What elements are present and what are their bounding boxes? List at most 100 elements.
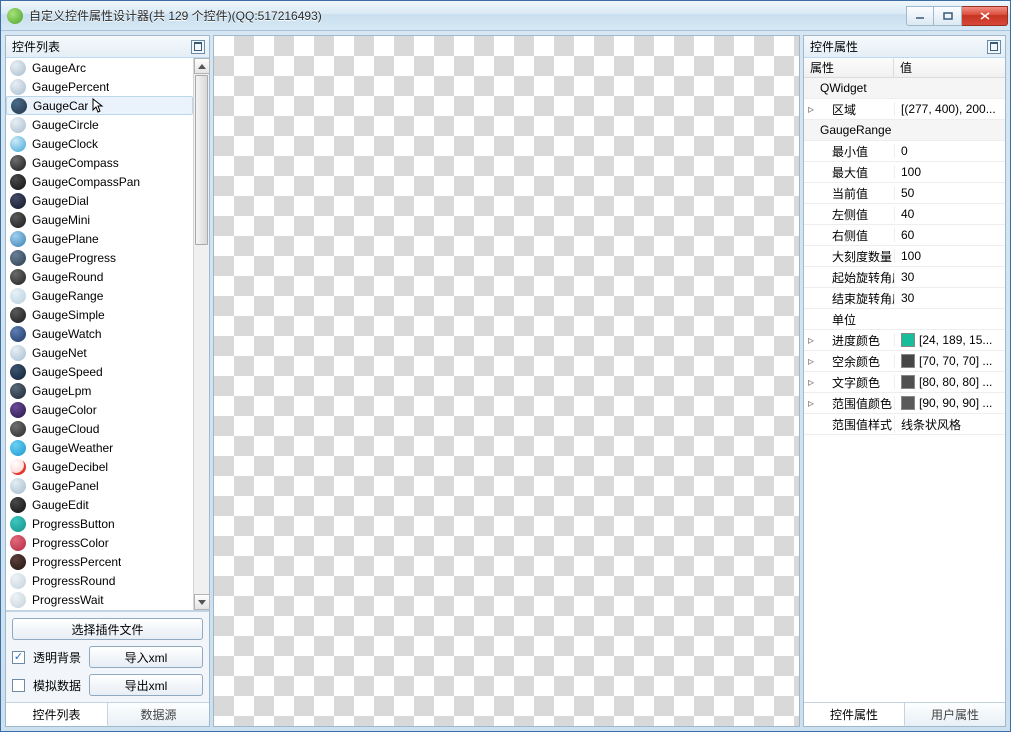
dock-toggle-icon[interactable] (191, 40, 205, 54)
maximize-button[interactable] (934, 6, 962, 26)
property-col-value[interactable]: 值 (894, 58, 1005, 77)
property-row[interactable]: 左侧值40 (804, 204, 1005, 225)
property-value[interactable]: [90, 90, 90] ... (894, 396, 1005, 410)
property-row[interactable]: 最大值100 (804, 162, 1005, 183)
tab-control-props[interactable]: 控件属性 (804, 703, 905, 726)
list-item[interactable]: GaugeWatch (6, 324, 193, 343)
simulate-data-checkbox[interactable] (12, 679, 25, 692)
twisty-icon[interactable]: ▹ (804, 396, 818, 410)
property-name: 当前值 (830, 185, 894, 202)
list-item[interactable]: GaugeEdit (6, 495, 193, 514)
vertical-scrollbar[interactable] (193, 58, 209, 610)
property-panel-header[interactable]: 控件属性 (804, 36, 1005, 58)
property-list[interactable]: QWidget▹区域[(277, 400), 200...GaugeRange最… (804, 78, 1005, 702)
list-item[interactable]: GaugeDial (6, 191, 193, 210)
property-value[interactable]: [24, 189, 15... (894, 333, 1005, 347)
property-value[interactable]: 0 (894, 144, 1005, 158)
list-item[interactable]: GaugeDecibel (6, 457, 193, 476)
property-row[interactable]: ▹范围值颜色[90, 90, 90] ... (804, 393, 1005, 414)
property-row[interactable]: 最小值0 (804, 141, 1005, 162)
gauge-icon (10, 421, 26, 437)
close-button[interactable] (962, 6, 1008, 26)
list-item[interactable]: GaugeMini (6, 210, 193, 229)
import-xml-button[interactable]: 导入xml (89, 646, 203, 668)
design-canvas[interactable] (213, 35, 800, 727)
property-value[interactable]: [(277, 400), 200... (894, 102, 1005, 116)
tab-control-list[interactable]: 控件列表 (6, 703, 108, 726)
twisty-icon[interactable]: ▹ (804, 354, 818, 368)
select-plugin-button[interactable]: 选择插件文件 (12, 618, 203, 640)
property-row[interactable]: 当前值50 (804, 183, 1005, 204)
property-row[interactable]: 单位 (804, 309, 1005, 330)
property-row[interactable]: 范围值样式线条状风格 (804, 414, 1005, 435)
list-item-label: ProgressRound (32, 574, 115, 588)
list-item[interactable]: ProgressButton (6, 514, 193, 533)
list-item[interactable]: GaugeSpeed (6, 362, 193, 381)
list-item[interactable]: GaugeCompassPan (6, 172, 193, 191)
property-value[interactable]: 50 (894, 186, 1005, 200)
list-item[interactable]: GaugeProgress (6, 248, 193, 267)
tab-user-props[interactable]: 用户属性 (905, 703, 1005, 726)
list-item[interactable]: ProgressRound (6, 571, 193, 590)
list-item[interactable]: GaugeNet (6, 343, 193, 362)
property-value[interactable]: 30 (894, 291, 1005, 305)
property-value-text: [24, 189, 15... (919, 333, 992, 347)
property-value[interactable]: 100 (894, 249, 1005, 263)
property-row[interactable]: ▹进度颜色[24, 189, 15... (804, 330, 1005, 351)
list-item[interactable]: GaugeCar (6, 96, 193, 115)
list-item[interactable]: GaugeSimple (6, 305, 193, 324)
property-value[interactable]: 线条状风格 (894, 416, 1005, 433)
tab-data-source[interactable]: 数据源 (108, 703, 209, 726)
twisty-icon[interactable]: ▹ (804, 375, 818, 389)
scroll-down-button[interactable] (194, 594, 210, 610)
property-row[interactable]: ▹文字颜色[80, 80, 80] ... (804, 372, 1005, 393)
property-row[interactable]: 右侧值60 (804, 225, 1005, 246)
gauge-icon (10, 193, 26, 209)
minimize-button[interactable] (906, 6, 934, 26)
property-value[interactable]: [70, 70, 70] ... (894, 354, 1005, 368)
property-group[interactable]: QWidget (804, 78, 1005, 99)
property-row[interactable]: ▹区域[(277, 400), 200... (804, 99, 1005, 120)
transparent-bg-checkbox[interactable] (12, 651, 25, 664)
titlebar[interactable]: 自定义控件属性设计器(共 129 个控件)(QQ:517216493) (1, 1, 1010, 31)
property-value[interactable]: 40 (894, 207, 1005, 221)
twisty-icon[interactable]: ▹ (804, 333, 818, 347)
control-list[interactable]: GaugeArcGaugePercentGaugeCarGaugeCircleG… (6, 58, 193, 610)
property-value[interactable]: 30 (894, 270, 1005, 284)
control-list-footer: 选择插件文件 透明背景 导入xml 模拟数据 导出xml (6, 611, 209, 702)
property-value[interactable]: 100 (894, 165, 1005, 179)
list-item[interactable]: GaugeCloud (6, 419, 193, 438)
scroll-up-button[interactable] (194, 58, 210, 74)
list-item[interactable]: GaugeArc (6, 58, 193, 77)
list-item[interactable]: GaugeLpm (6, 381, 193, 400)
list-item[interactable]: ProgressColor (6, 533, 193, 552)
property-row[interactable]: 大刻度数量100 (804, 246, 1005, 267)
list-item[interactable]: GaugeColor (6, 400, 193, 419)
list-item[interactable]: GaugeCircle (6, 115, 193, 134)
property-value[interactable]: [80, 80, 80] ... (894, 375, 1005, 389)
export-xml-button[interactable]: 导出xml (89, 674, 203, 696)
property-group[interactable]: GaugeRange (804, 120, 1005, 141)
list-item[interactable]: GaugeCompass (6, 153, 193, 172)
property-row[interactable]: 结束旋转角度30 (804, 288, 1005, 309)
list-item[interactable]: GaugePercent (6, 77, 193, 96)
control-list-title: 控件列表 (12, 38, 191, 55)
list-item[interactable]: GaugeClock (6, 134, 193, 153)
dock-toggle-icon[interactable] (987, 40, 1001, 54)
property-row[interactable]: 起始旋转角度30 (804, 267, 1005, 288)
list-item[interactable]: GaugePanel (6, 476, 193, 495)
list-item[interactable]: GaugePlane (6, 229, 193, 248)
list-item[interactable]: ProgressPercent (6, 552, 193, 571)
list-item[interactable]: ProgressWait (6, 590, 193, 609)
list-item[interactable]: GaugeWeather (6, 438, 193, 457)
list-item[interactable]: GaugeRound (6, 267, 193, 286)
twisty-icon[interactable]: ▹ (804, 102, 818, 116)
property-row[interactable]: ▹空余颜色[70, 70, 70] ... (804, 351, 1005, 372)
scroll-thumb[interactable] (195, 75, 208, 245)
list-item-label: GaugeEdit (32, 498, 89, 512)
property-value[interactable]: 60 (894, 228, 1005, 242)
list-item[interactable]: GaugeRange (6, 286, 193, 305)
property-name: 起始旋转角度 (830, 269, 894, 286)
property-col-name[interactable]: 属性 (804, 58, 894, 77)
control-list-header[interactable]: 控件列表 (6, 36, 209, 58)
